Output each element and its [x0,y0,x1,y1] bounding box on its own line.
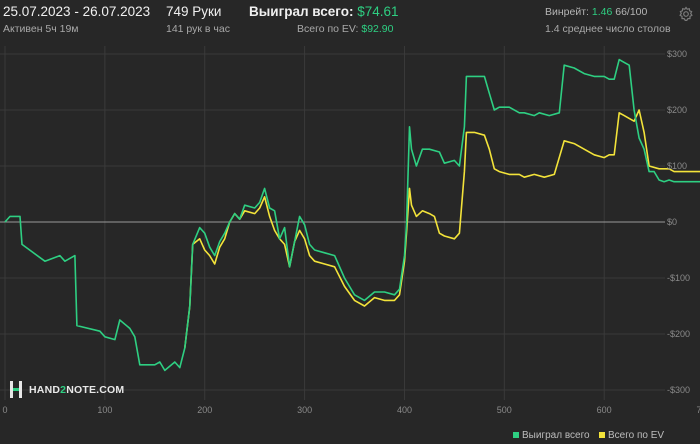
x-tick-label: 500 [497,405,512,415]
x-tick-label: 700 [697,405,700,415]
watermark-text: HAND2NOTE.COM [29,384,124,396]
legend-swatch-ev [599,432,605,438]
gear-icon[interactable] [678,6,694,22]
avg-tables: 1.4 среднее число столов [545,23,671,35]
hands-block: 749 Руки 141 рук в час [166,4,230,36]
legend-label-ev: Всего по EV [608,430,664,441]
ev-label: Всего по EV: [297,23,359,35]
y-tick-label: $300 [667,49,687,59]
y-tick-label: -$200 [667,329,690,339]
chart-grid [0,46,665,400]
chart-ticks: 0 100 200 300 400 500 600 700 $300 $200 $100 $0 -$10… [2,49,700,415]
winrate-block: Винрейт: 1.46 66/100 1.4 среднее число с… [545,4,671,36]
winrate-label: Винрейт: [545,6,589,18]
x-tick-label: 300 [297,405,312,415]
winrate-unit: 66/100 [615,6,648,18]
hands-count: 749 Руки [166,4,222,19]
hands-per-hour: 141 рук в час [166,23,230,35]
x-tick-label: 600 [597,405,612,415]
y-tick-label: $200 [667,105,687,115]
y-tick-label: $100 [667,161,687,171]
ev-value: $92.90 [361,23,394,35]
active-time: Активен 5ч 19м [3,23,79,35]
x-tick-label: 200 [197,405,212,415]
chart-series [4,58,700,372]
won-label: Выиграл всего: [249,4,354,19]
legend-label-won: Выиграл всего [522,430,590,441]
x-tick-label: 100 [97,405,112,415]
date-block: 25.07.2023 - 26.07.2023 Активен 5ч 19м [3,4,150,36]
series-line-won [4,58,700,372]
x-tick-label: 0 [2,405,7,415]
x-tick-label: 400 [397,405,412,415]
session-header: 25.07.2023 - 26.07.2023 Активен 5ч 19м 7… [0,0,700,40]
series-line-ev [184,109,700,349]
profit-chart: 0 100 200 300 400 500 600 700 $300 $200 $100 $0 -$10… [0,46,700,441]
date-range: 25.07.2023 - 26.07.2023 [3,4,151,19]
won-block: Выиграл всего: $74.61 Всего по EV: $92.9… [249,4,399,36]
y-tick-label: -$100 [667,273,690,283]
y-tick-label: -$300 [667,385,690,395]
won-value: $74.61 [357,4,399,19]
legend-swatch-won [513,432,519,438]
winrate-value: 1.46 [591,6,613,18]
hand2note-logo-icon [10,381,22,398]
y-tick-label: $0 [667,217,677,227]
legend-item-won[interactable]: Выиграл всего [513,430,590,441]
legend-item-ev[interactable]: Всего по EV [599,430,664,441]
chart-legend: Выиграл всего Всего по EV [513,430,664,441]
